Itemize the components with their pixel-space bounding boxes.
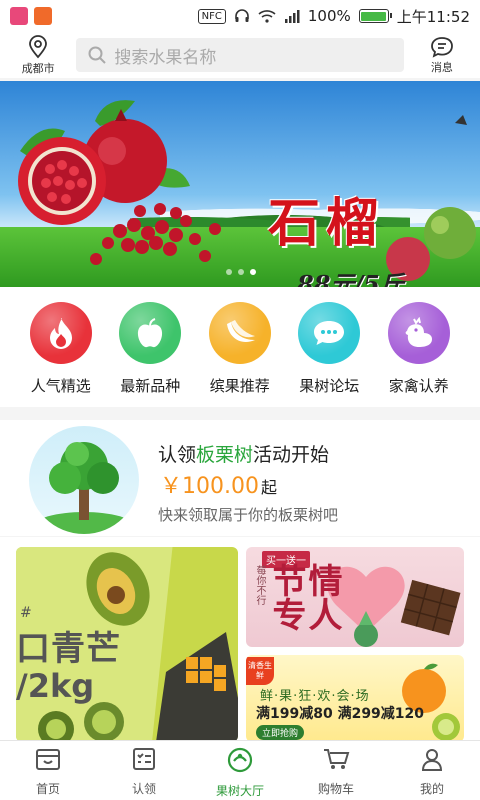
tree-image	[29, 426, 139, 534]
category-item[interactable]: 缤果推荐	[195, 302, 285, 407]
tab-profile[interactable]: 我的	[384, 741, 480, 800]
tab-home[interactable]: 首页	[0, 741, 96, 800]
search-input[interactable]: 搜索水果名称	[76, 38, 404, 72]
valentine-subtitle: 莓你不行	[254, 565, 265, 605]
banner-price: 88元/5斤	[297, 270, 404, 287]
valentine-title: 情人节专	[266, 563, 342, 631]
pomegranate-illustration	[18, 100, 476, 281]
app-notification-icon	[34, 7, 52, 25]
message-bubble-icon	[430, 36, 453, 58]
tab-label: 购物车	[317, 782, 354, 796]
apple-icon	[119, 302, 182, 364]
promo-description: 快来领取属于你的板栗树吧	[158, 506, 339, 524]
category-item[interactable]: 家禽认养	[374, 302, 464, 407]
category-label: 缤果推荐	[209, 377, 270, 395]
mango-card[interactable]: # 口青芒 /2kg	[16, 547, 238, 742]
promo-price: ￥100.00 起	[160, 474, 277, 499]
banana-icon	[208, 302, 271, 364]
festival-badge: 清香生鲜	[246, 657, 274, 685]
headset-icon	[235, 9, 249, 22]
festival-deal: 满199减80 满299减120	[256, 706, 425, 722]
festival-buy-button[interactable]: 立即抢购	[256, 725, 305, 740]
tab-cart[interactable]: 购物车	[288, 741, 384, 800]
search-placeholder: 搜索水果名称	[114, 47, 217, 68]
category-label: 家禽认养	[388, 377, 449, 395]
battery-icon	[358, 9, 392, 23]
battery-percent: 100%	[307, 7, 351, 25]
tree-icon	[34, 442, 134, 534]
search-icon	[88, 46, 107, 64]
tree-hall-icon	[227, 747, 253, 776]
fruit-festival-card[interactable]: 清香生鲜 鲜·果·狂·欢·会·场 满199减80 满299减120 立即抢购	[246, 655, 464, 742]
messages-label: 消息	[430, 60, 453, 74]
tab-label: 首页	[35, 782, 60, 796]
flame-icon	[29, 302, 92, 364]
tab-tree-hall[interactable]: 果树大厅	[192, 741, 288, 800]
clock: 上午11:52	[396, 7, 470, 26]
valentine-card[interactable]: 买一送一 莓你不行 情人节专	[246, 547, 464, 647]
banner-pagination[interactable]	[226, 269, 256, 275]
chat-bubble-icon	[298, 302, 361, 364]
tab-label: 果树大厅	[215, 784, 264, 798]
banner-dot[interactable]	[238, 269, 244, 275]
banner-dot[interactable]	[250, 269, 256, 275]
app-notification-icon	[10, 7, 28, 25]
festival-title: 鲜·果·狂·欢·会·场	[260, 689, 370, 704]
promo-banner[interactable]: 石榴 88元/5斤	[0, 81, 480, 287]
messages-button[interactable]: 消息	[404, 36, 480, 75]
tab-claim-list[interactable]: 认领	[96, 741, 192, 800]
category-label: 人气精选	[30, 377, 91, 395]
banner-title: 石榴	[268, 193, 385, 254]
location-pin-icon	[29, 34, 48, 58]
profile-icon	[420, 747, 444, 774]
mango-label: 口青芒	[16, 629, 121, 669]
cart-icon	[322, 747, 350, 774]
status-bar: NFC 100% 上午11:52	[0, 0, 480, 32]
home-icon	[35, 747, 61, 774]
top-header: 成都市 搜索水果名称 消息	[0, 32, 480, 78]
signal-icon	[284, 10, 300, 23]
location-button[interactable]: 成都市	[0, 34, 76, 76]
category-item[interactable]: 人气精选	[16, 302, 106, 407]
promo-title-highlight: 板栗树	[196, 444, 254, 466]
category-label: 果树论坛	[299, 377, 360, 395]
mango-hash: #	[20, 605, 32, 621]
feature-cards: # 口青芒 /2kg 买一送一 莓你不行 情人节专 清香生鲜 鲜·果·狂·欢·会…	[0, 537, 480, 742]
bottom-tab-bar: 首页 认领 果树大厅 购物车 我的	[0, 740, 480, 800]
category-item[interactable]: 果树论坛	[285, 302, 375, 407]
category-item[interactable]: 最新品种	[106, 302, 196, 407]
wifi-icon	[258, 10, 276, 23]
mango-weight: /2kg	[16, 667, 95, 705]
location-label: 成都市	[21, 61, 55, 75]
tab-label: 我的	[419, 782, 444, 796]
tab-label: 认领	[131, 782, 156, 796]
chestnut-tree-promo[interactable]: 认领板栗树活动开始 ￥100.00 起 快来领取属于你的板栗树吧	[0, 420, 480, 536]
chick-icon	[387, 302, 450, 364]
category-grid: 人气精选 最新品种 缤果推荐 果树论坛 家禽认养	[0, 287, 480, 407]
promo-title: 认领板栗树活动开始	[158, 444, 330, 466]
nfc-indicator: NFC	[197, 8, 226, 24]
claim-list-icon	[132, 747, 156, 774]
banner-dot[interactable]	[226, 269, 232, 275]
category-label: 最新品种	[120, 377, 181, 395]
